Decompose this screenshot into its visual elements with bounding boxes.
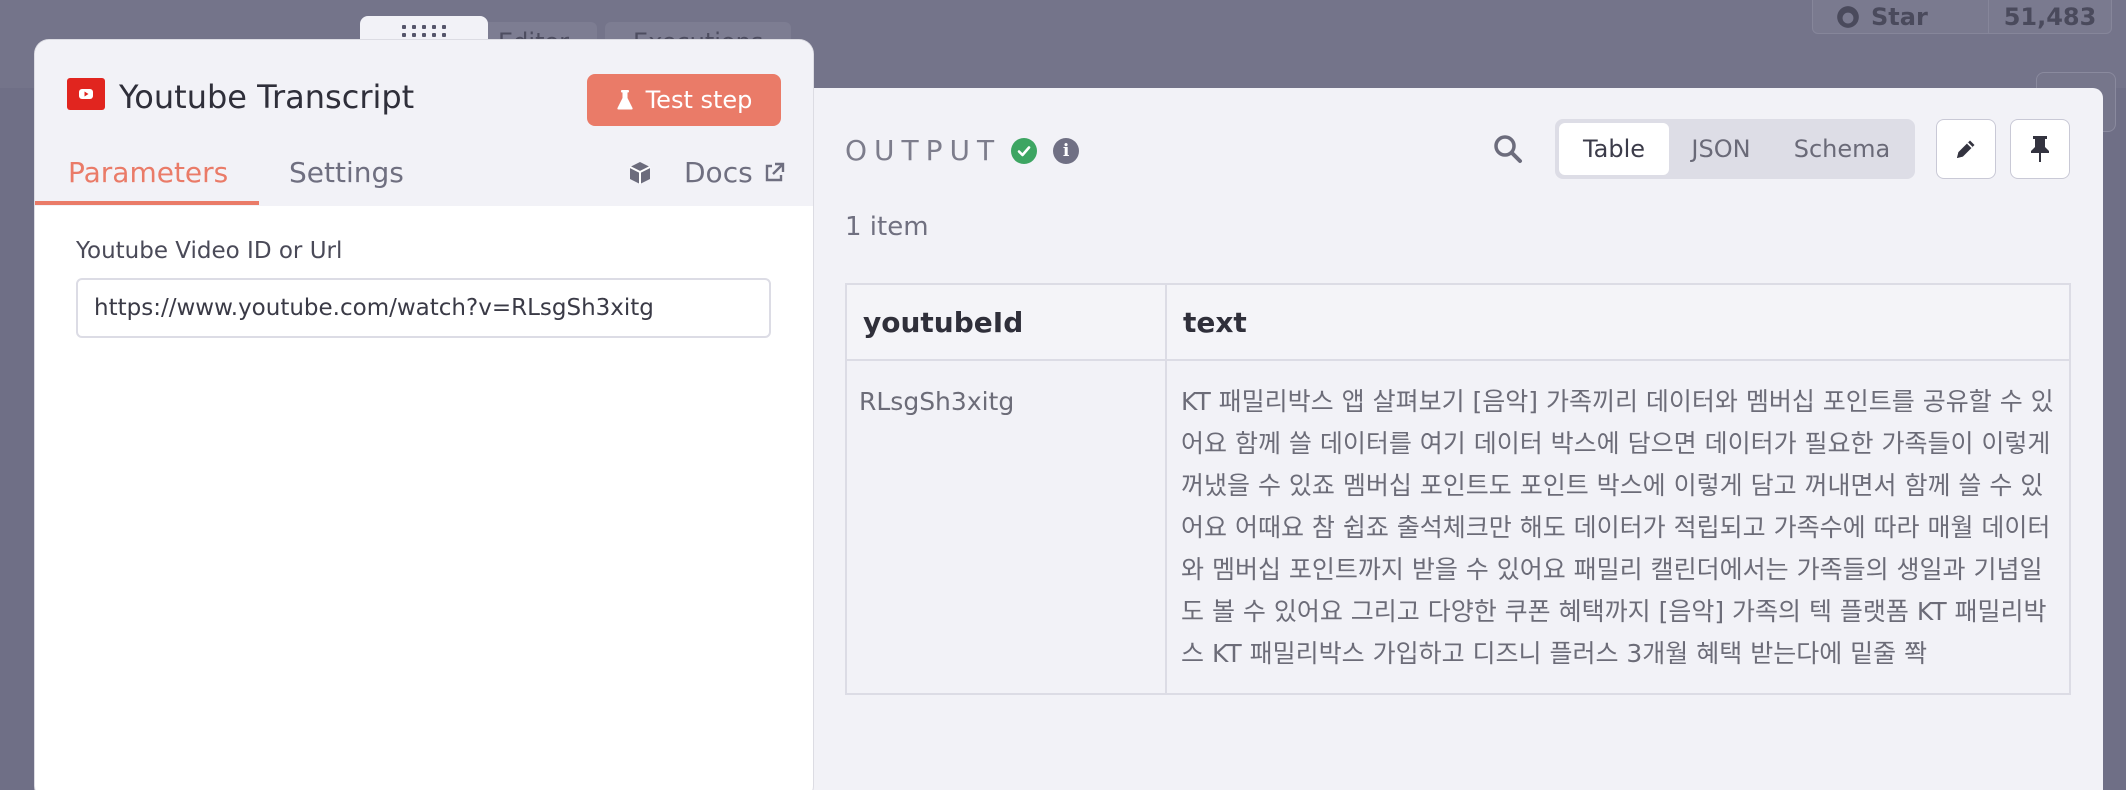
youtube-url-input[interactable] [76, 278, 771, 338]
node-title: Youtube Transcript [119, 78, 415, 116]
youtube-icon [67, 78, 105, 110]
node-settings-panel: Youtube Transcript Test step Parameters … [35, 40, 813, 790]
youtube-url-label: Youtube Video ID or Url [76, 238, 343, 264]
column-header-text: text [1165, 283, 2071, 361]
github-star-button[interactable]: Star 51,483 [1812, 0, 2112, 34]
github-star-label: Star [1871, 3, 1928, 31]
test-step-button[interactable]: Test step [587, 74, 781, 126]
tab-settings[interactable]: Settings [289, 156, 404, 189]
pin-output-button[interactable] [2010, 119, 2070, 179]
edit-output-button[interactable] [1936, 119, 1996, 179]
output-panel: OUTPUT i Table JSON Schema 1 item youtub… [795, 88, 2103, 790]
view-schema-button[interactable]: Schema [1773, 123, 1911, 175]
cube-icon [629, 162, 651, 184]
github-icon [1837, 6, 1859, 28]
item-count: 1 item [845, 212, 929, 242]
info-icon[interactable]: i [1053, 137, 1080, 164]
search-icon[interactable] [1491, 132, 1525, 166]
pencil-icon [1957, 140, 1975, 158]
cell-text: KT 패밀리박스 앱 살펴보기 [음악] 가족끼리 데이터와 멤버십 포인트를 … [1165, 359, 2071, 695]
cell-youtubeid: RLsgSh3xitg [845, 359, 1167, 695]
table-row: RLsgSh3xitg KT 패밀리박스 앱 살펴보기 [음악] 가족끼리 데이… [845, 359, 2071, 695]
docs-label: Docs [684, 156, 753, 189]
view-json-button[interactable]: JSON [1669, 123, 1773, 175]
success-check-icon [1011, 137, 1038, 164]
drag-dots-icon [402, 25, 446, 37]
github-star-count: 51,483 [2003, 3, 2097, 31]
column-header-youtubeid: youtubeId [845, 283, 1167, 361]
output-table: youtubeId text RLsgSh3xitg KT 패밀리박스 앱 살펴… [845, 283, 2071, 695]
table-header-row: youtubeId text [845, 283, 2071, 361]
output-header: OUTPUT i [845, 134, 1080, 167]
tab-parameters[interactable]: Parameters [68, 156, 228, 189]
output-view-switch: Table JSON Schema [1555, 119, 1915, 179]
test-step-label: Test step [645, 86, 753, 114]
external-link-icon [765, 162, 784, 181]
pin-icon [2031, 136, 2049, 162]
node-header: Youtube Transcript Test step Parameters … [35, 40, 813, 206]
view-table-button[interactable]: Table [1559, 123, 1669, 175]
active-tab-indicator [35, 201, 259, 205]
docs-link[interactable]: Docs [684, 156, 785, 189]
github-star[interactable]: Star [1813, 0, 1989, 33]
flask-icon [616, 90, 633, 110]
output-title: OUTPUT [845, 134, 1002, 167]
